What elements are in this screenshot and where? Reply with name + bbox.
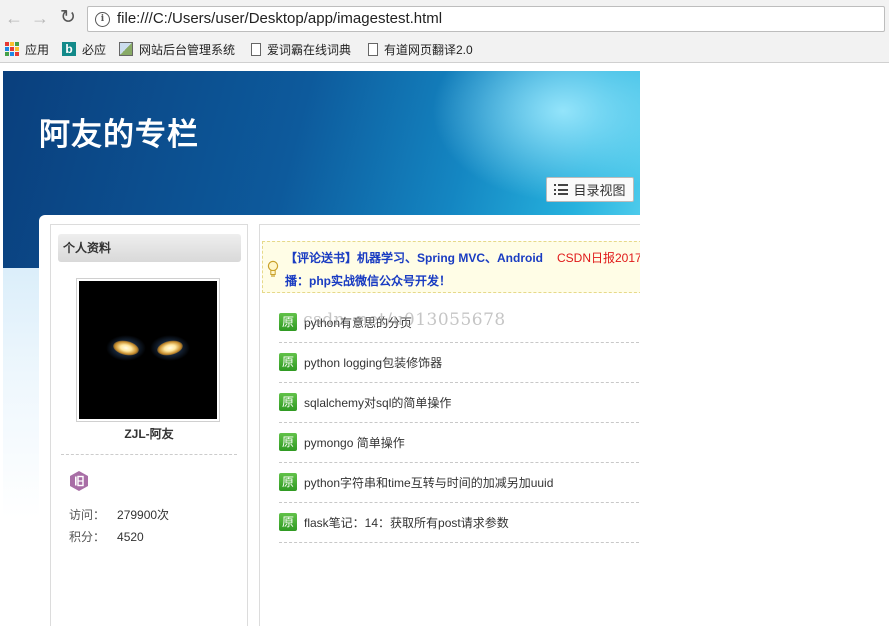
info-icon[interactable]: i <box>95 12 110 27</box>
stat-value: 279900次 <box>117 508 170 522</box>
notice-daily-link[interactable]: CSDN日报2017 <box>557 251 640 265</box>
list-icon <box>554 184 569 195</box>
image-page-icon <box>119 42 133 56</box>
stat-value: 4520 <box>117 530 144 544</box>
blog-title[interactable]: 阿友的专栏 <box>39 109 199 154</box>
list-item[interactable]: 原 flask笔记：14：获取所有post请求参数 <box>279 503 639 543</box>
catalog-view-button[interactable]: 目录视图 <box>546 177 634 202</box>
document-icon <box>251 42 261 56</box>
divider <box>61 454 237 455</box>
stat-label: 访问： <box>69 508 106 522</box>
avatar-image <box>79 281 217 419</box>
apps-grid-icon <box>5 42 19 56</box>
notice-link-text[interactable]: 【评论送书】机器学习、Spring MVC、Android <box>285 251 543 265</box>
catalog-view-label: 目录视图 <box>573 183 626 198</box>
article-title[interactable]: pymongo 简单操作 <box>304 434 405 451</box>
bookmark-apps[interactable]: 应用 <box>5 40 49 58</box>
address-bar[interactable]: i file:///C:/Users/user/Desktop/app/imag… <box>87 6 885 32</box>
stat-visits: 访问： 279900次 <box>69 506 169 523</box>
stat-label: 积分： <box>69 530 106 544</box>
profile-sidebar: 个人资料 ZJL-阿友 访问： 279900次 积分： 4520 <box>50 224 248 626</box>
list-item[interactable]: 原 python logging包装修饰器 <box>279 343 639 383</box>
article-title[interactable]: flask笔记：14：获取所有post请求参数 <box>304 514 509 531</box>
bookmark-youdao[interactable]: 有道网页翻译2.0 <box>366 40 473 58</box>
list-item[interactable]: 原 pymongo 简单操作 <box>279 423 639 463</box>
list-item[interactable]: 原 sqlalchemy对sql的简单操作 <box>279 383 639 423</box>
blog-page: 阿友的专栏 目录视图 个人资料 ZJL-阿友 访问： 279900次 积分： 4… <box>3 71 640 626</box>
url-text[interactable]: file:///C:/Users/user/Desktop/app/images… <box>117 10 442 27</box>
article-title[interactable]: python字符串和time互转与时间的加减另加uuid <box>304 474 553 491</box>
original-tag: 原 <box>279 353 297 371</box>
article-content: 【评论送书】机器学习、Spring MVC、Android CSDN日报2017 … <box>259 224 640 626</box>
bookmark-label: 必应 <box>82 42 107 57</box>
browser-toolbar: ← → ↻ i file:///C:/Users/user/Desktop/ap… <box>0 0 889 36</box>
original-tag: 原 <box>279 313 297 331</box>
back-arrow-icon[interactable]: ← <box>4 8 24 28</box>
watermark: csdn. net/u013055678 <box>303 310 506 330</box>
bookmark-label: 爱词霸在线词典 <box>267 42 352 57</box>
veteran-badge-icon <box>70 471 88 491</box>
bookmark-label: 应用 <box>25 42 50 57</box>
article-title[interactable]: sqlalchemy对sql的简单操作 <box>304 394 451 411</box>
stat-points: 积分： 4520 <box>69 528 144 545</box>
notice-line-1[interactable]: 【评论送书】机器学习、Spring MVC、Android CSDN日报2017 <box>285 249 640 266</box>
original-tag: 原 <box>279 433 297 451</box>
forward-arrow-icon[interactable]: → <box>30 8 50 28</box>
article-title[interactable]: python logging包装修饰器 <box>304 354 442 371</box>
document-icon <box>368 42 378 56</box>
bookmark-iciba[interactable]: 爱词霸在线词典 <box>249 40 351 58</box>
bookmark-label: 有道网页翻译2.0 <box>384 42 473 57</box>
list-item[interactable]: 原 python字符串和time互转与时间的加减另加uuid <box>279 463 639 503</box>
original-tag: 原 <box>279 473 297 491</box>
original-tag: 原 <box>279 513 297 531</box>
main-container: 个人资料 ZJL-阿友 访问： 279900次 积分： 4520 【评论送书】机… <box>39 215 640 626</box>
bookmark-label: 网站后台管理系统 <box>139 42 236 57</box>
user-name[interactable]: ZJL-阿友 <box>51 425 247 442</box>
notice-line-2[interactable]: 播：php实战微信公众号开发！ <box>285 272 451 289</box>
bookmark-bing[interactable]: b 必应 <box>62 40 106 58</box>
avatar[interactable] <box>76 278 220 422</box>
notice-banner: 【评论送书】机器学习、Spring MVC、Android CSDN日报2017 … <box>262 241 640 293</box>
profile-heading: 个人资料 <box>58 234 241 262</box>
original-tag: 原 <box>279 393 297 411</box>
lightbulb-icon <box>267 260 279 277</box>
bookmarks-bar: 应用 b 必应 网站后台管理系统 爱词霸在线词典 有道网页翻译2.0 <box>0 36 889 63</box>
bookmark-admin-system[interactable]: 网站后台管理系统 <box>119 40 235 58</box>
article-list: 原 python有意思的分页 原 python logging包装修饰器 原 sqla… <box>279 303 639 543</box>
bing-icon: b <box>62 42 76 56</box>
reload-icon[interactable]: ↻ <box>58 8 78 28</box>
